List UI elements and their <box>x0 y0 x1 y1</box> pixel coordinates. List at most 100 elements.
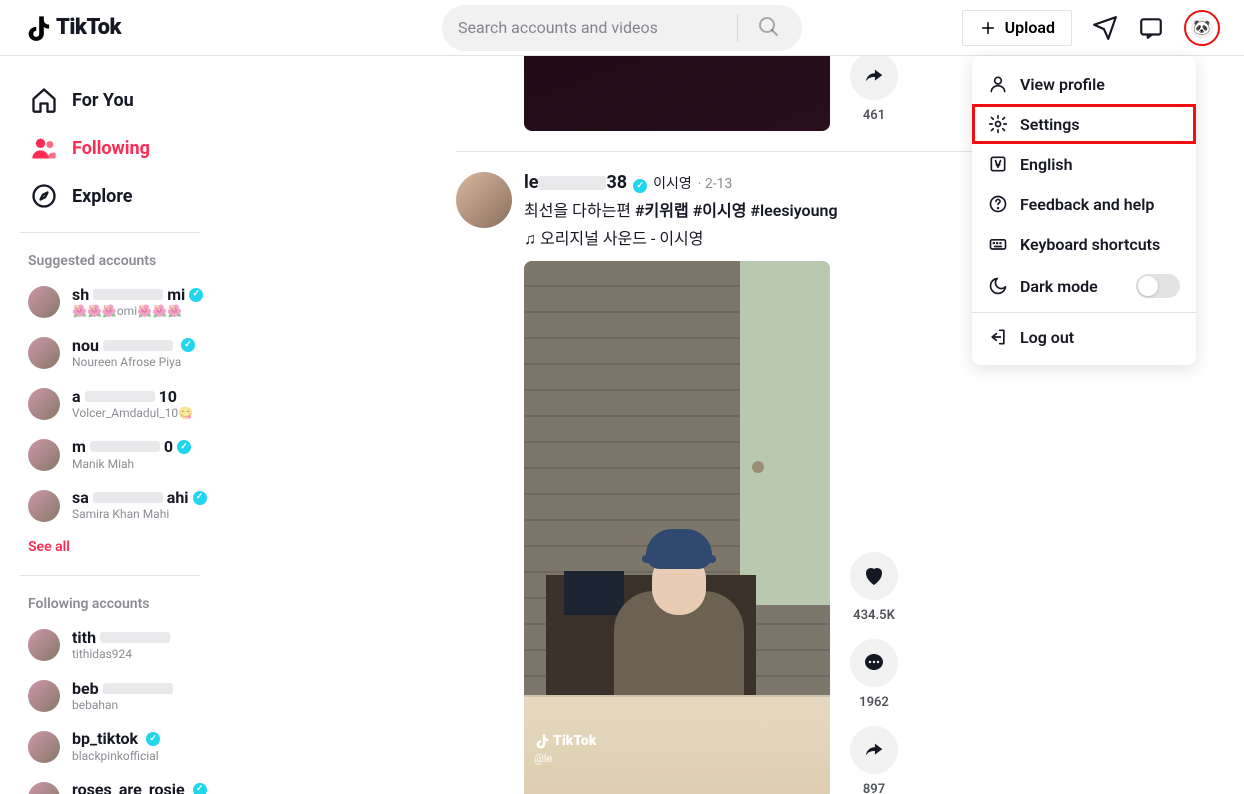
account-item[interactable]: roses_are_rosieROSÉ <box>20 772 356 794</box>
account-item[interactable]: m0Manik Miah <box>20 429 356 480</box>
like-button[interactable] <box>850 552 898 600</box>
account-displayname: Manik Miah <box>72 457 191 473</box>
verified-badge-icon <box>177 440 191 454</box>
account-item[interactable]: bebbebahan <box>20 671 356 722</box>
account-username: bp_tiktok <box>72 729 160 748</box>
dropdown-logout[interactable]: Log out <box>972 317 1196 357</box>
profile-avatar-button[interactable]: 🐼 <box>1184 10 1220 46</box>
account-item[interactable]: shmi🌺🌺🌺omi🌺🌺🌺 <box>20 277 356 328</box>
nav-following[interactable]: Following <box>20 124 356 172</box>
moon-icon <box>988 276 1008 296</box>
account-username: roses_are_rosie <box>72 780 207 794</box>
redacted <box>85 391 155 402</box>
keyboard-icon <box>988 234 1008 254</box>
home-icon <box>28 86 60 114</box>
account-avatar <box>28 286 60 318</box>
share-count: 897 <box>863 782 885 794</box>
brand-text: TikTok <box>56 15 121 40</box>
account-item[interactable]: nouNoureen Afrose Piya <box>20 328 356 379</box>
nav-label: For You <box>72 90 134 111</box>
logout-icon <box>988 327 1008 347</box>
people-icon <box>28 134 60 162</box>
nav-explore[interactable]: Explore <box>20 172 356 220</box>
hashtag[interactable]: #leesiyoung <box>750 201 837 220</box>
search-input[interactable] <box>458 18 737 37</box>
profile-dropdown: View profile Settings English Feedback a… <box>972 56 1196 365</box>
upload-label: Upload <box>1005 18 1055 37</box>
account-avatar <box>28 388 60 420</box>
following-title: Following accounts <box>20 588 356 620</box>
verified-badge-icon <box>189 288 203 302</box>
account-displayname: bebahan <box>72 698 177 714</box>
share-button[interactable] <box>850 726 898 774</box>
dropdown-divider <box>972 312 1196 313</box>
avatar-icon: 🐼 <box>1191 17 1213 39</box>
account-avatar <box>28 782 60 794</box>
dropdown-keyboard[interactable]: Keyboard shortcuts <box>972 224 1196 264</box>
dark-mode-toggle[interactable] <box>1136 274 1180 298</box>
redacted <box>93 492 163 503</box>
account-avatar <box>28 629 60 661</box>
send-icon <box>1092 15 1118 41</box>
messages-button[interactable] <box>1092 15 1118 41</box>
video-watermark: TikTok <box>534 733 596 749</box>
upload-button[interactable]: Upload <box>962 10 1072 46</box>
verified-badge-icon <box>193 783 207 794</box>
comment-icon <box>862 651 886 675</box>
post-nickname: 이시영 <box>653 173 692 193</box>
language-icon <box>988 154 1008 174</box>
account-item[interactable]: tithtithidas924 <box>20 620 356 671</box>
account-username: nou <box>72 336 195 355</box>
divider <box>20 575 200 576</box>
help-icon <box>988 194 1008 214</box>
account-item[interactable]: a10Volcer_Amdadul_10😋 <box>20 379 356 430</box>
account-displayname: Noureen Afrose Piya <box>72 355 195 371</box>
account-displayname: 🌺🌺🌺omi🌺🌺🌺 <box>72 304 203 320</box>
account-displayname: blackpinkofficial <box>72 749 160 765</box>
search-divider <box>737 14 738 42</box>
see-all-link[interactable]: See all <box>20 531 356 563</box>
dropdown-label: English <box>1020 155 1073 174</box>
nav-for-you[interactable]: For You <box>20 76 356 124</box>
dropdown-label: Feedback and help <box>1020 195 1154 214</box>
video-player[interactable]: TikTok @le <box>524 261 830 794</box>
plus-icon <box>979 19 997 37</box>
search-icon <box>756 14 780 38</box>
like-count: 434.5K <box>853 608 895 623</box>
share-icon <box>863 65 885 87</box>
post-username[interactable]: le38 <box>524 172 627 193</box>
account-displayname: tithidas924 <box>72 647 174 663</box>
post-date: · 2-13 <box>698 176 733 192</box>
sidebar: For You Following Explore Suggested acco… <box>0 56 356 794</box>
dropdown-feedback[interactable]: Feedback and help <box>972 184 1196 224</box>
video-handle: @le <box>534 752 552 765</box>
video-player[interactable] <box>524 56 830 131</box>
redacted <box>93 289 163 300</box>
dropdown-dark-mode[interactable]: Dark mode <box>972 264 1196 308</box>
header-actions: Upload 🐼 <box>962 10 1220 46</box>
dropdown-settings[interactable]: Settings <box>972 104 1196 144</box>
compass-icon <box>28 182 60 210</box>
comment-button[interactable] <box>850 639 898 687</box>
brand-logo[interactable]: TikTok <box>24 14 121 42</box>
inbox-button[interactable] <box>1138 15 1164 41</box>
nav-label: Following <box>72 138 150 159</box>
search-button[interactable] <box>750 14 786 42</box>
engagement-column: 434.5K 1962 897 <box>850 552 898 794</box>
gear-icon <box>988 114 1008 134</box>
verified-badge-icon <box>193 491 207 505</box>
share-button[interactable] <box>850 56 898 100</box>
account-item[interactable]: saahiSamira Khan Mahi <box>20 480 356 531</box>
redacted <box>103 683 173 694</box>
account-item[interactable]: bp_tiktokblackpinkofficial <box>20 721 356 772</box>
account-avatar <box>28 680 60 712</box>
hashtag[interactable]: #키위랩 <box>635 201 693 220</box>
hashtag[interactable]: #이시영 <box>693 201 751 220</box>
dropdown-view-profile[interactable]: View profile <box>972 64 1196 104</box>
post-avatar[interactable] <box>456 172 512 228</box>
dropdown-language[interactable]: English <box>972 144 1196 184</box>
dropdown-label: Settings <box>1020 115 1080 134</box>
redacted <box>103 340 173 351</box>
verified-badge-icon <box>146 732 160 746</box>
verified-badge-icon <box>633 179 647 193</box>
